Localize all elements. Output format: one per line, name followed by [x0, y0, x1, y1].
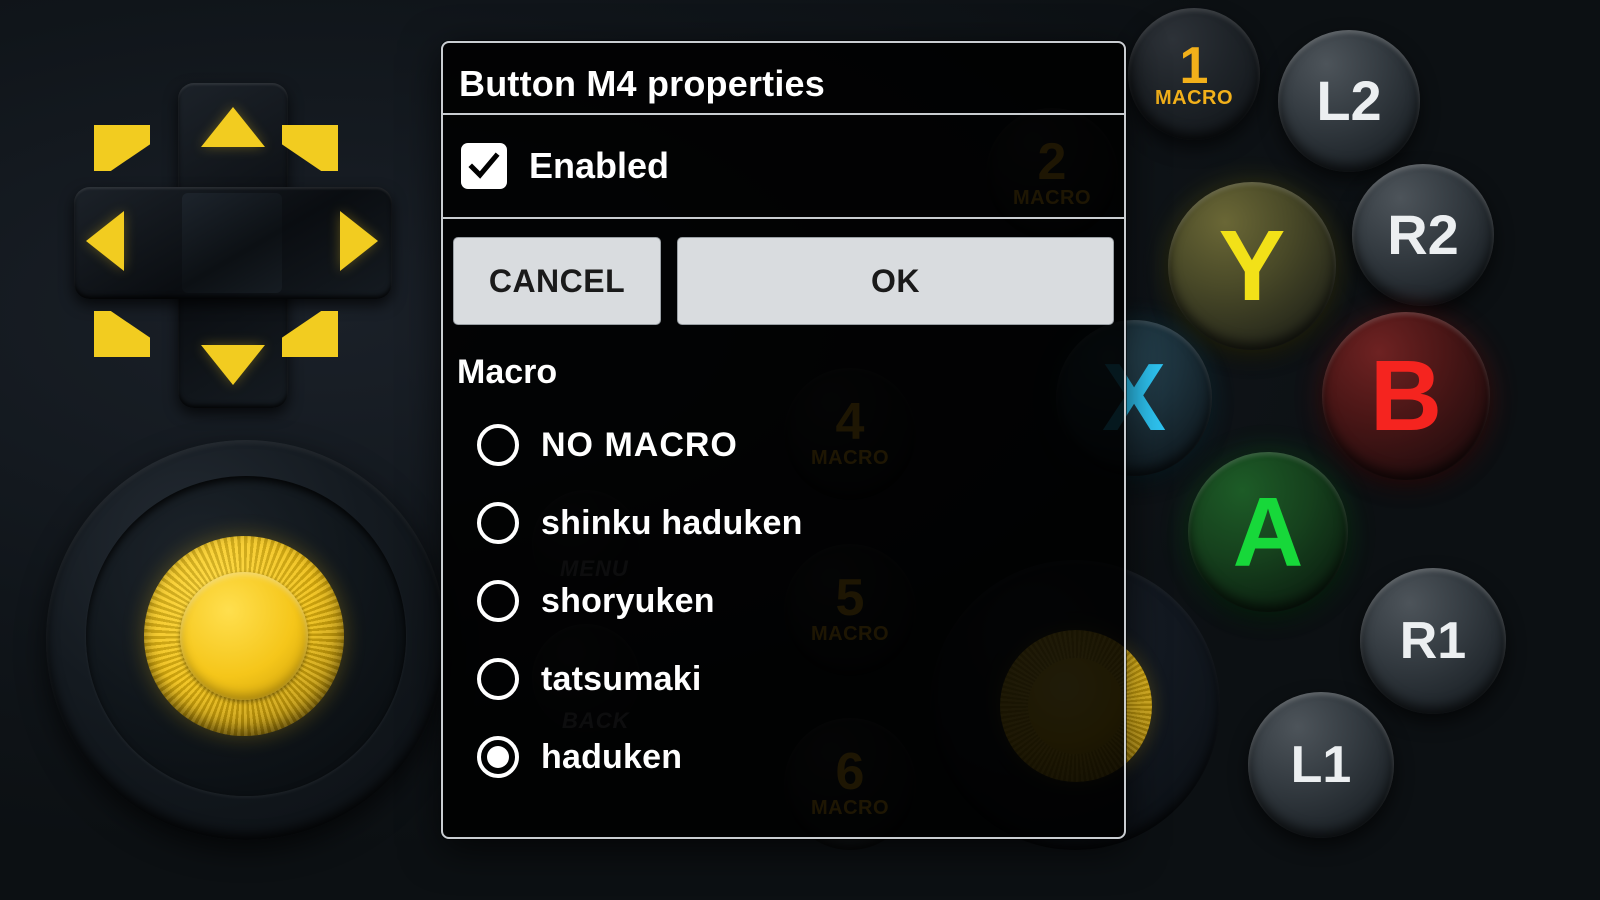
dpad-right-arrow-icon[interactable]	[340, 211, 378, 271]
gamepad-configurator-screen: 2 MACRO 4 MACRO 5 MACRO 6 MACRO MENU BAC…	[0, 0, 1600, 900]
macro-option-tatsumaki-label: tatsumaki	[541, 659, 702, 698]
shoulder-button-r2-label: R2	[1387, 203, 1459, 266]
shoulder-button-l1-label: L1	[1290, 736, 1352, 794]
radio-icon-haduken[interactable]	[477, 736, 519, 778]
macro-option-shinku-haduken-label: shinku haduken	[541, 503, 803, 542]
cancel-button[interactable]: CANCEL	[453, 237, 661, 325]
macro-section-heading: Macro	[457, 353, 558, 391]
dpad-up-arrow-icon[interactable]	[201, 107, 265, 147]
enabled-checkbox-row[interactable]: Enabled	[443, 115, 1124, 217]
shoulder-button-r1[interactable]: R1	[1360, 568, 1506, 714]
radio-icon-shinku-haduken[interactable]	[477, 502, 519, 544]
macro-option-no-macro-label: NO MACRO	[541, 425, 738, 464]
macro-button-1-number: 1	[1179, 37, 1209, 95]
radio-icon-shoryuken[interactable]	[477, 580, 519, 622]
face-button-a-label: A	[1232, 477, 1304, 587]
dpad-down-arrow-icon[interactable]	[201, 345, 265, 385]
enabled-checkbox[interactable]	[461, 143, 507, 189]
dialog-action-row: CANCEL OK	[443, 219, 1124, 339]
macro-button-1-label: MACRO	[1154, 87, 1234, 109]
enabled-label: Enabled	[529, 145, 670, 186]
macro-option-shoryuken[interactable]: shoryuken	[477, 562, 1124, 640]
shoulder-button-r1-label: R1	[1399, 612, 1467, 670]
radio-icon-no-macro[interactable]	[477, 424, 519, 466]
directional-pad[interactable]	[60, 75, 405, 415]
left-thumbstick[interactable]	[46, 440, 446, 850]
macro-option-haduken[interactable]: haduken	[477, 718, 1124, 796]
radio-icon-tatsumaki[interactable]	[477, 658, 519, 700]
face-button-y-label: Y	[1218, 210, 1286, 322]
macro-radio-group: NO MACRO shinku haduken shoryuken tatsum…	[443, 400, 1124, 796]
macro-button-1[interactable]: 1 MACRO	[1128, 8, 1260, 140]
macro-option-shinku-haduken[interactable]: shinku haduken	[477, 484, 1124, 562]
dpad-up-left-arrow-icon[interactable]	[94, 125, 150, 171]
macro-option-no-macro[interactable]: NO MACRO	[477, 406, 1124, 484]
dpad-down-right-arrow-icon[interactable]	[282, 311, 338, 357]
macro-option-shoryuken-label: shoryuken	[541, 581, 715, 620]
ok-button[interactable]: OK	[677, 237, 1114, 325]
left-stick-cap[interactable]	[180, 572, 308, 700]
button-properties-dialog: Button M4 properties Enabled CANCEL OK M…	[441, 41, 1126, 839]
dpad-up-right-arrow-icon[interactable]	[282, 125, 338, 171]
macro-option-haduken-label: haduken	[541, 737, 683, 776]
shoulder-button-l1[interactable]: L1	[1248, 692, 1394, 838]
face-button-a[interactable]: A	[1188, 452, 1348, 612]
face-button-b[interactable]: B	[1322, 312, 1490, 480]
dpad-center	[182, 193, 282, 293]
dpad-down-left-arrow-icon[interactable]	[94, 311, 150, 357]
dpad-left-arrow-icon[interactable]	[86, 211, 124, 271]
shoulder-button-r2[interactable]: R2	[1352, 164, 1494, 306]
macro-option-tatsumaki[interactable]: tatsumaki	[477, 640, 1124, 718]
face-button-b-label: B	[1369, 340, 1443, 452]
shoulder-button-l2[interactable]: L2	[1278, 30, 1420, 172]
face-button-y[interactable]: Y	[1168, 182, 1336, 350]
shoulder-button-l2-label: L2	[1316, 69, 1382, 132]
dialog-title: Button M4 properties	[459, 63, 826, 104]
checkmark-icon	[468, 152, 500, 179]
